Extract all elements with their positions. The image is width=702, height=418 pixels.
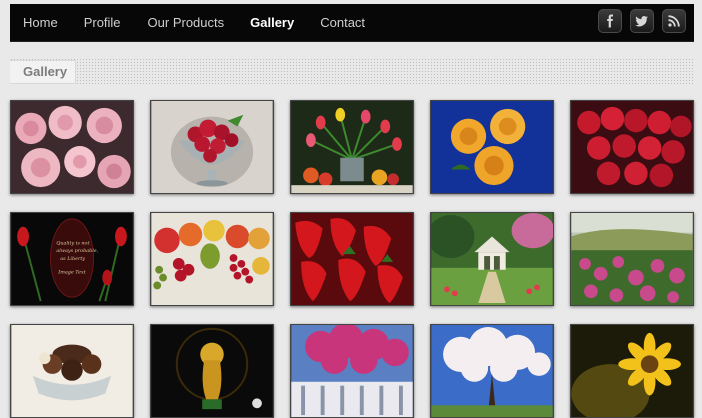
gallery-thumb-white-blossom-tree[interactable] [430,324,554,418]
strawberries-image [291,213,413,305]
pink-roses-image [11,101,133,193]
gallery-thumb-pink-blossom-tree[interactable] [290,324,414,418]
gallery-thumb-yellow-roses[interactable] [430,100,554,194]
red-tulips-quote-image: Quality is not always probable, as Libert… [11,213,133,305]
gallery-thumb-chocolates[interactable] [10,324,134,418]
gallery-thumb-raspberries-bowl[interactable] [150,100,274,194]
gallery-thumb-flower-field[interactable] [570,212,694,306]
gallery-thumb-sunflower[interactable] [570,324,694,418]
svg-text:Image Text: Image Text [57,270,86,276]
gallery-thumb-red-tulips-quote[interactable]: Quality is not always probable, as Libert… [10,212,134,306]
world-cup-trophy-image [151,325,273,417]
page-title-bar: Gallery [10,58,694,84]
sunflower-image [571,325,693,417]
svg-text:always probable,: always probable, [56,248,98,254]
fruit-assortment-image [151,213,273,305]
gallery-thumb-fruit-assortment[interactable] [150,212,274,306]
svg-text:Quality is not: Quality is not [56,240,89,246]
top-navigation-bar: Home Profile Our Products Gallery Contac… [10,4,694,42]
white-blossom-tree-image [431,325,553,417]
pink-blossom-tree-image [291,325,413,417]
chocolates-image [11,325,133,417]
raspberries-bowl-image [151,101,273,193]
tulips-fruit-image [291,101,413,193]
gallery-thumb-world-cup-trophy[interactable] [150,324,274,418]
gallery-thumb-raspberries-closeup[interactable] [570,100,694,194]
nav-profile[interactable]: Profile [84,4,121,42]
twitter-icon[interactable] [630,9,654,33]
rss-icon[interactable] [662,9,686,33]
facebook-icon[interactable] [598,9,622,33]
gallery-thumb-strawberries[interactable] [290,212,414,306]
nav-gallery[interactable]: Gallery [250,4,294,42]
page-title: Gallery [10,60,77,84]
yellow-roses-image [431,101,553,193]
nav-home[interactable]: Home [23,4,58,42]
svg-text:as Liberty: as Liberty [60,256,85,262]
gallery-thumb-tulips-fruit[interactable] [290,100,414,194]
raspberries-closeup-image [571,101,693,193]
garden-gazebo-image [431,213,553,305]
nav-our-products[interactable]: Our Products [148,4,225,42]
gallery-thumb-pink-roses[interactable] [10,100,134,194]
nav-contact[interactable]: Contact [320,4,365,42]
flower-field-image [571,213,693,305]
gallery-thumb-garden-gazebo[interactable] [430,212,554,306]
social-links [598,9,686,33]
main-nav: Home Profile Our Products Gallery Contac… [10,4,365,42]
